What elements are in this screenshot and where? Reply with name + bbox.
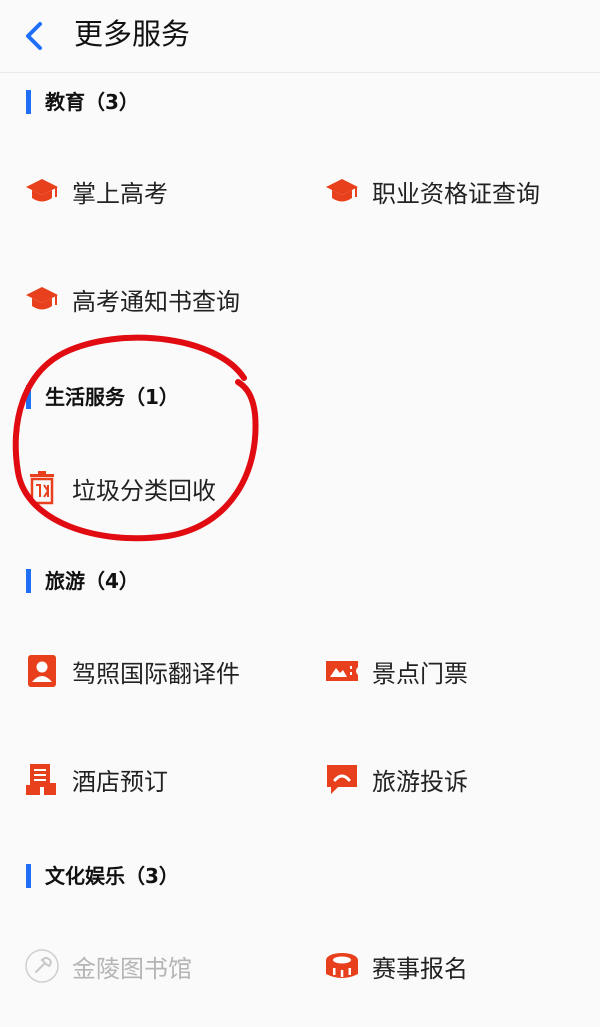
section-accent-bar — [26, 385, 31, 409]
service-item-label: 景点门票 — [372, 659, 468, 688]
section-title-culture-entertainment: 文化娱乐（3） — [26, 862, 179, 890]
service-item-label: 驾照国际翻译件 — [72, 659, 240, 688]
section-title-label: 生活服务（1） — [45, 385, 179, 409]
service-item-travel-complaint[interactable]: 旅游投诉 — [324, 757, 468, 801]
service-item-label: 职业资格证查询 — [372, 179, 540, 208]
service-item-label: 掌上高考 — [72, 179, 168, 208]
service-item-label: 旅游投诉 — [372, 767, 468, 796]
top-bar: 更多服务 — [0, 0, 600, 73]
section-title-education: 教育（3） — [26, 88, 139, 116]
service-item-garbage-sorting[interactable]: 垃圾分类回收 — [24, 466, 216, 510]
service-item-admission-letter[interactable]: 高考通知书查询 — [24, 277, 240, 321]
recycle-bin-icon — [30, 471, 54, 505]
section-title-life-services: 生活服务（1） — [26, 383, 179, 411]
chevron-left-icon[interactable] — [18, 16, 54, 56]
hotel-icon — [26, 764, 56, 795]
service-item-hotel-booking[interactable]: 酒店预订 — [24, 757, 168, 801]
red-annotation-circle — [12, 334, 259, 542]
section-title-label: 教育（3） — [45, 90, 139, 114]
service-item-label: 垃圾分类回收 — [72, 476, 216, 505]
service-item-label: 高考通知书查询 — [72, 287, 240, 316]
graduation-cap-icon — [326, 179, 358, 202]
service-item-gaokao[interactable]: 掌上高考 — [24, 169, 168, 213]
section-accent-bar — [26, 90, 31, 114]
section-title-travel: 旅游（4） — [26, 567, 139, 595]
service-item-qualification[interactable]: 职业资格证查询 — [324, 169, 540, 213]
stadium-icon — [326, 953, 358, 978]
service-item-jinling-library[interactable]: 金陵图书馆 — [24, 944, 192, 988]
id-card-icon — [28, 655, 56, 687]
library-icon — [25, 949, 59, 983]
service-item-scenic-tickets[interactable]: 景点门票 — [324, 649, 468, 693]
section-accent-bar — [26, 864, 31, 888]
section-accent-bar — [26, 569, 31, 593]
section-title-label: 文化娱乐（3） — [45, 864, 179, 888]
ticket-icon — [326, 661, 358, 681]
service-item-event-registration[interactable]: 赛事报名 — [324, 944, 468, 988]
service-item-license-translation[interactable]: 驾照国际翻译件 — [24, 649, 240, 693]
graduation-cap-icon — [26, 179, 58, 202]
section-title-label: 旅游（4） — [45, 569, 139, 593]
graduation-cap-icon — [26, 287, 58, 310]
service-item-label: 赛事报名 — [372, 954, 468, 983]
service-item-label: 金陵图书馆 — [72, 954, 192, 983]
complaint-icon — [327, 765, 357, 794]
page-title: 更多服务 — [74, 17, 191, 51]
service-item-label: 酒店预订 — [72, 767, 168, 796]
